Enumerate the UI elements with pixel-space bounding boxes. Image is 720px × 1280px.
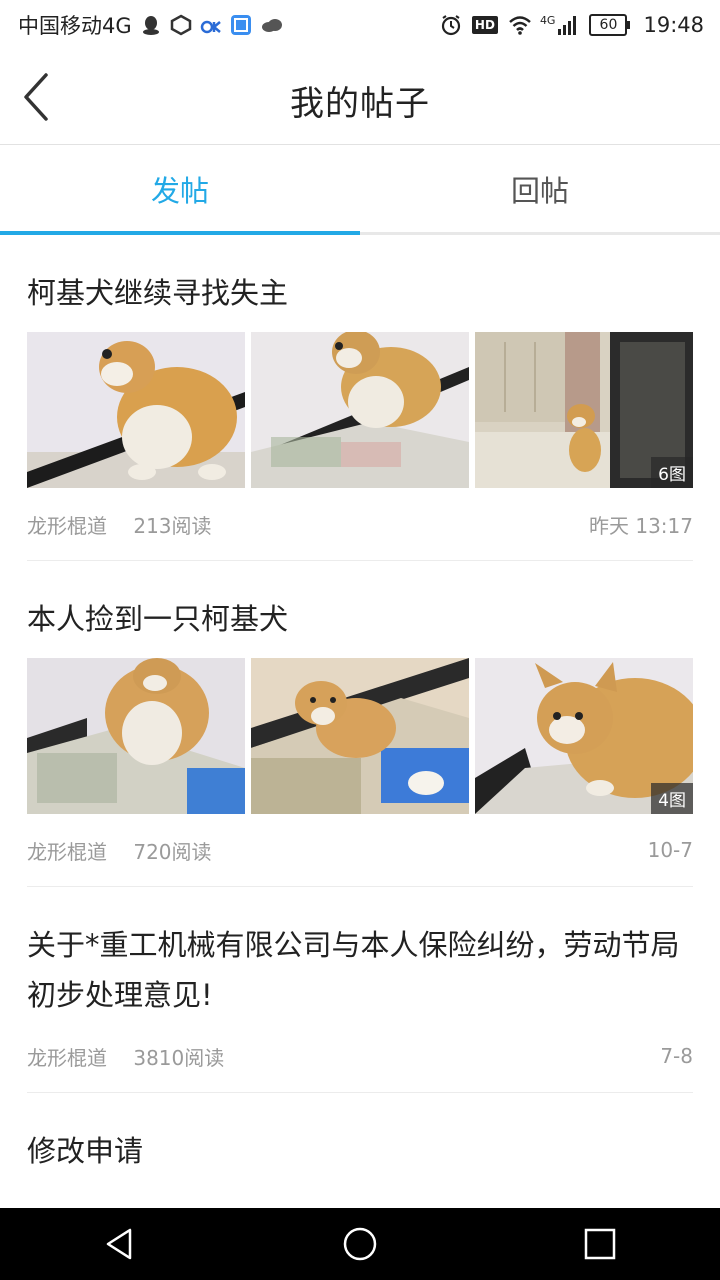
tab-posts[interactable]: 发帖	[0, 145, 360, 235]
post-image[interactable]: 6图	[475, 332, 693, 488]
post-image[interactable]: 4图	[475, 658, 693, 814]
network-type-label: 4G	[539, 13, 556, 27]
post-author: 龙形棍道	[27, 839, 107, 864]
post-read-count: 213阅读	[133, 513, 212, 538]
post-image[interactable]	[27, 332, 245, 488]
post-title: 柯基犬继续寻找失主	[27, 276, 289, 310]
cloud-icon	[260, 14, 282, 36]
system-nav-bar	[0, 1208, 720, 1280]
post-time: 10-7	[647, 838, 693, 862]
square-recents-icon	[584, 1228, 616, 1260]
post-time: 7-8	[660, 1044, 693, 1068]
page-title: 我的帖子	[290, 84, 430, 124]
signal-icon	[557, 14, 579, 36]
app-notification-icon	[170, 14, 192, 36]
post-meta: 龙形棍道 3810阅读 7-8	[27, 1020, 693, 1092]
post-list: 柯基犬继续寻找失主 6图 龙形棍道 213阅读 昨天 13:17 本人捡到一只柯…	[0, 235, 720, 1208]
qq-icon	[140, 14, 162, 36]
wifi-icon	[508, 14, 531, 36]
post-author: 龙形棍道	[27, 1045, 107, 1070]
post-meta: 龙形棍道 720阅读 10-7	[27, 814, 693, 886]
triangle-back-icon	[106, 1228, 132, 1260]
tab-bar: 发帖 回帖	[0, 145, 720, 235]
post-image[interactable]	[27, 658, 245, 814]
alarm-icon	[440, 14, 462, 36]
post-image[interactable]	[251, 332, 469, 488]
image-count-badge: 4图	[651, 783, 693, 814]
ok-icon	[200, 14, 222, 36]
post-item[interactable]: 柯基犬继续寻找失主 6图 龙形棍道 213阅读 昨天 13:17	[27, 235, 693, 561]
app-header: 我的帖子	[0, 50, 720, 145]
clock: 19:48	[643, 13, 704, 37]
post-item[interactable]: 本人捡到一只柯基犬 4图 龙形棍道 720阅读 10-7	[27, 561, 693, 887]
nav-recents-button[interactable]	[520, 1208, 680, 1280]
battery-indicator: 60	[589, 14, 631, 36]
post-meta: 龙形棍道 213阅读 昨天 13:17	[27, 488, 693, 560]
nav-back-button[interactable]	[40, 1208, 200, 1280]
hire-app-icon	[230, 14, 252, 36]
post-read-count: 3810阅读	[133, 1045, 225, 1070]
post-read-count: 720阅读	[133, 839, 212, 864]
post-thumbnails: 6图	[27, 332, 693, 488]
post-author: 龙形棍道	[27, 513, 107, 538]
hd-badge: HD	[471, 16, 498, 34]
status-bar: 中国移动4G HD 4G 60 19:48	[0, 0, 720, 50]
post-title: 关于*重工机械有限公司与本人保险纠纷，劳动节局初步处理意见!	[27, 928, 680, 1012]
post-item[interactable]: 修改申请	[27, 1093, 693, 1174]
post-time: 昨天 13:17	[589, 513, 693, 538]
post-title: 修改申请	[27, 1134, 144, 1168]
tab-replies[interactable]: 回帖	[360, 145, 720, 232]
post-item[interactable]: 关于*重工机械有限公司与本人保险纠纷，劳动节局初步处理意见! 龙形棍道 3810…	[27, 887, 693, 1093]
circle-home-icon	[343, 1227, 377, 1261]
post-title: 本人捡到一只柯基犬	[27, 602, 289, 636]
image-count-badge: 6图	[651, 457, 693, 488]
carrier-label: 中国移动4G	[18, 14, 132, 38]
post-thumbnails: 4图	[27, 658, 693, 814]
nav-home-button[interactable]	[280, 1208, 440, 1280]
post-image[interactable]	[251, 658, 469, 814]
